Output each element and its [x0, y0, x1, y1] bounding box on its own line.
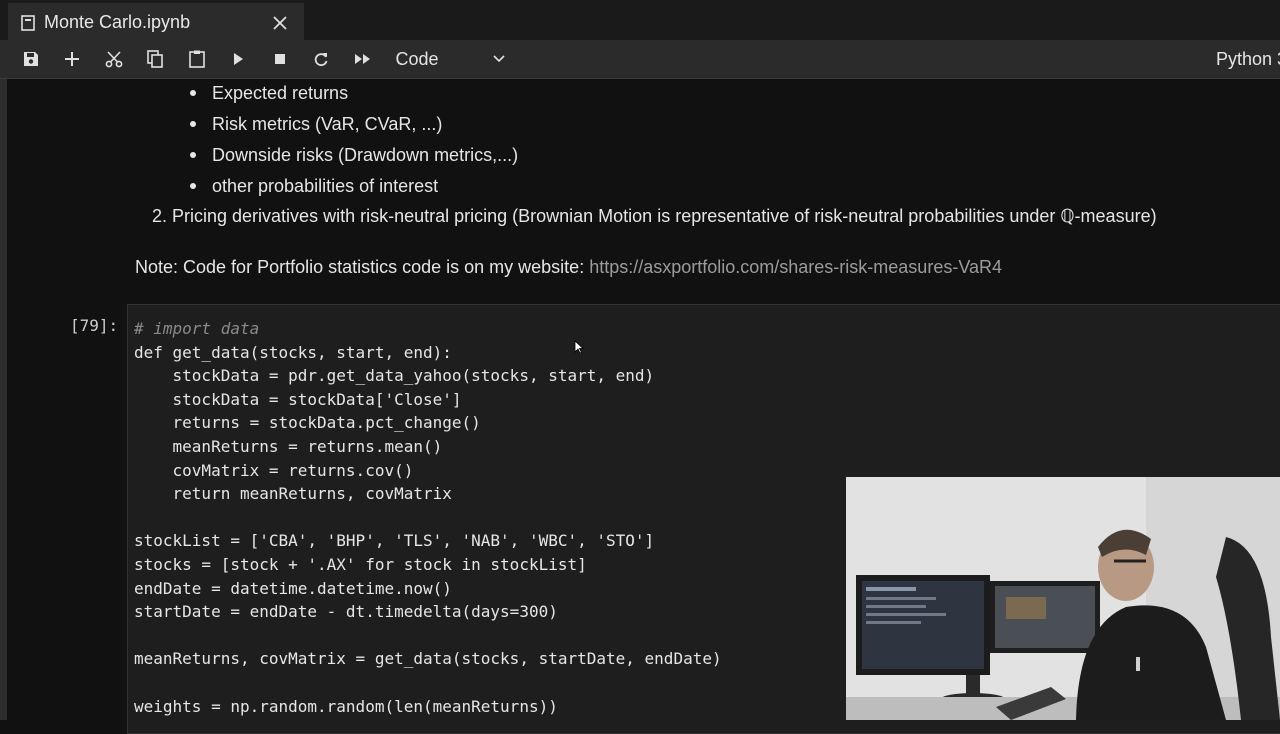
code-line: covMatrix = returns.cov()	[134, 460, 414, 480]
webcam-overlay	[846, 477, 1280, 720]
bullet-icon	[190, 183, 196, 189]
bullet-icon	[190, 90, 196, 96]
notebook-toolbar: Code Python 3	[0, 40, 1280, 79]
list-item: Expected returns	[212, 83, 349, 103]
code-line: meanReturns, covMatrix = get_data(stocks…	[134, 649, 722, 669]
run-all-icon	[354, 54, 370, 64]
save-icon	[23, 52, 38, 66]
add-cell-button[interactable]	[52, 40, 94, 78]
notebook-tab[interactable]: Monte Carlo.ipynb	[8, 3, 304, 40]
bullet-icon	[190, 121, 196, 127]
code-line: def get_data(stocks, start, end):	[134, 342, 452, 362]
code-line: stockData = stockData['Close']	[134, 389, 462, 409]
numbered-list-item: 2. Pricing derivatives with risk-neutral…	[152, 206, 1157, 226]
code-line: endDate = datetime.datetime.now()	[134, 578, 452, 598]
cut-icon	[105, 51, 123, 68]
cell-type-dropdown[interactable]: Code	[396, 49, 506, 70]
list-item: other probabilities of interest	[212, 176, 439, 196]
restart-button[interactable]	[301, 40, 343, 78]
code-line: stocks = [stock + '.AX' for stock in sto…	[134, 554, 587, 574]
code-line: meanReturns = returns.mean()	[134, 436, 443, 456]
code-line: return meanReturns, covMatrix	[134, 484, 452, 504]
code-line: # import data	[134, 319, 260, 338]
note-paragraph: Note: Code for Portfolio statistics code…	[135, 257, 1002, 278]
note-text: Note: Code for Portfolio statistics code…	[135, 257, 590, 277]
paste-button[interactable]	[176, 40, 218, 78]
code-line: returns = stockData.pct_change()	[134, 413, 481, 433]
code-line: stockData = pdr.get_data_yahoo(stocks, s…	[134, 366, 655, 386]
cell-type-label: Code	[395, 48, 439, 69]
copy-button[interactable]	[135, 40, 177, 78]
code-block[interactable]: # import data def get_data(stocks, start,…	[134, 317, 722, 718]
bullet-icon	[190, 152, 196, 158]
copy-icon	[147, 50, 164, 68]
run-icon	[234, 53, 244, 65]
paste-icon	[188, 50, 205, 68]
tab-title: Monte Carlo.ipynb	[44, 12, 191, 32]
code-line: stockList = ['CBA', 'BHP', 'TLS', 'NAB',…	[134, 531, 655, 551]
cut-button[interactable]	[93, 40, 135, 78]
website-link[interactable]: https://asxportfolio.com/shares-risk-mea…	[589, 257, 1002, 277]
code-line: weights = np.random.random(len(meanRetur…	[134, 696, 558, 716]
run-all-button[interactable]	[342, 40, 384, 78]
kernel-name[interactable]: Python 3	[1216, 40, 1280, 78]
chevron-down-icon	[492, 55, 505, 63]
run-button[interactable]	[218, 40, 260, 78]
close-icon[interactable]	[270, 13, 290, 33]
mouse-cursor-icon	[574, 340, 584, 354]
add-icon	[65, 52, 80, 66]
list-item: Downside risks (Drawdown metrics,...)	[212, 145, 519, 165]
stop-button[interactable]	[259, 40, 301, 78]
tab-bar: Monte Carlo.ipynb	[0, 0, 1280, 40]
save-button[interactable]	[10, 40, 52, 78]
cell-left-border	[0, 79, 7, 720]
webcam-image	[846, 477, 1280, 720]
stop-icon	[274, 54, 285, 64]
restart-icon	[315, 53, 328, 67]
code-line: startDate = endDate - dt.timedelta(days=…	[134, 602, 558, 622]
list-item: Risk metrics (VaR, CVaR, ...)	[212, 114, 443, 134]
cell-prompt: [79]:	[70, 316, 119, 335]
notebook-icon	[21, 14, 35, 31]
